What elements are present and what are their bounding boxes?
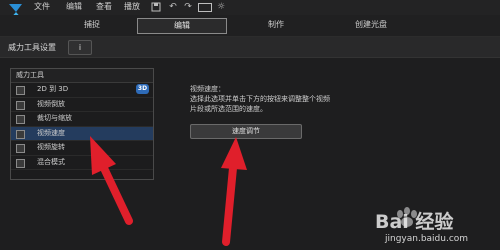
checkbox[interactable] xyxy=(16,100,25,110)
tool-description: 视频速度： 选择此选项并单击下方的按钮来调整整个视频 片段或所选范围的速度。 xyxy=(190,84,380,114)
tool-label: 视频速度 xyxy=(37,128,65,137)
settings-gear-icon[interactable]: ☼ xyxy=(215,1,227,13)
tab-produce[interactable]: 制作 xyxy=(246,18,306,32)
tool-label: 视频倒放 xyxy=(37,99,65,108)
tools-panel: 威力工具 2D 到 3D 3D 视频倒放 裁切与缩放 视频速度 视频旋转 混合模… xyxy=(10,68,154,180)
tool-label: 视频旋转 xyxy=(37,143,65,151)
menu-file[interactable]: 文件 xyxy=(34,1,50,12)
3d-badge-icon: 3D xyxy=(136,84,149,94)
menu-play[interactable]: 播放 xyxy=(124,1,140,12)
menu-view[interactable]: 查看 xyxy=(96,1,112,12)
tool-item-video-speed[interactable]: 视频速度 xyxy=(11,126,153,141)
tool-label: 混合模式 xyxy=(37,157,65,166)
tools-header: 威力工具 xyxy=(11,69,153,83)
tab-create-disc[interactable]: 创建光盘 xyxy=(336,18,406,32)
tool-label: 2D 到 3D xyxy=(37,85,69,93)
undo-icon[interactable]: ↶ xyxy=(167,1,179,13)
title-bar: 文件 编辑 查看 播放 ↶ ↷ ☼ xyxy=(0,0,500,19)
tool-item-blend-mode[interactable]: 混合模式 xyxy=(11,156,153,170)
checkbox[interactable] xyxy=(16,86,25,95)
speed-adjust-button[interactable]: 速度调节 xyxy=(190,124,302,139)
resolution-icon[interactable] xyxy=(198,1,212,13)
tool-item-rotate[interactable]: 视频旋转 xyxy=(11,141,153,156)
watermark-brand: Bai 经验 xyxy=(375,211,454,233)
watermark-url: jingyan.baidu.com xyxy=(385,234,469,244)
page-title: 威力工具设置 xyxy=(8,43,56,52)
red-arrow-icon xyxy=(221,137,247,246)
description-title: 视频速度： xyxy=(190,85,225,93)
checkbox[interactable] xyxy=(16,129,25,139)
checkbox[interactable] xyxy=(16,115,25,124)
room-tab-bar: 捕捉 编辑 制作 创建光盘 xyxy=(0,15,500,37)
menu-edit[interactable]: 编辑 xyxy=(66,1,82,12)
tool-item-2d-to-3d[interactable]: 2D 到 3D 3D xyxy=(11,83,153,98)
info-icon: i xyxy=(78,43,82,52)
room-header: 威力工具设置 i xyxy=(0,37,500,58)
tool-item-reverse[interactable]: 视频倒放 xyxy=(11,98,153,112)
info-button[interactable]: i xyxy=(68,40,92,55)
description-line: 选择此选项并单击下方的按钮来调整整个视频 xyxy=(190,95,330,103)
checkbox[interactable] xyxy=(16,158,25,168)
tab-edit[interactable]: 编辑 xyxy=(137,18,227,34)
tool-label: 裁切与缩放 xyxy=(37,114,72,122)
save-icon[interactable] xyxy=(150,1,162,13)
checkbox[interactable] xyxy=(16,144,25,153)
description-line: 片段或所选范围的速度。 xyxy=(190,105,267,113)
tool-item-crop-zoom[interactable]: 裁切与缩放 xyxy=(11,112,153,127)
redo-icon[interactable]: ↷ xyxy=(182,1,194,13)
tab-capture[interactable]: 捕捉 xyxy=(62,18,122,32)
